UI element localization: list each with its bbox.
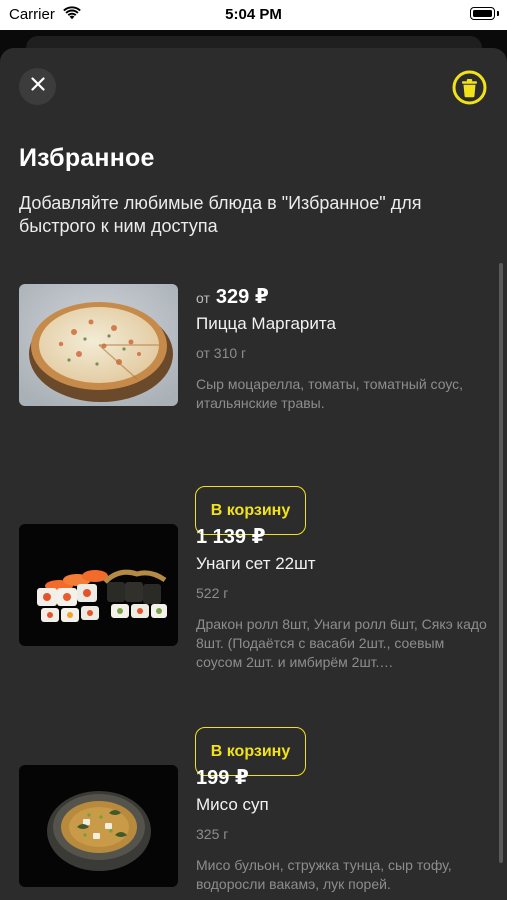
- status-time: 5:04 PM: [225, 6, 282, 23]
- page-subtitle: Добавляйте любимые блюда в "Избранное" д…: [19, 193, 422, 236]
- clear-favorites-button[interactable]: [452, 70, 487, 105]
- status-bar: Carrier 5:04 PM: [0, 0, 507, 30]
- battery-icon: [470, 7, 499, 20]
- product-description: Дракон ролл 8шт, Унаги ролл 6шт, Сякэ ка…: [196, 616, 487, 670]
- product-weight: 325 г: [196, 826, 229, 842]
- product-price: 1 139 ₽: [196, 524, 266, 549]
- product-description: Мисо бульон, стружка тунца, сыр тофу, во…: [196, 857, 452, 892]
- product-weight: 522 г: [196, 585, 229, 601]
- scrollbar[interactable]: [499, 263, 503, 863]
- price-prefix: от: [196, 290, 210, 306]
- product-price: 199 ₽: [196, 765, 249, 790]
- product-price: от 329 ₽: [196, 284, 269, 309]
- price-value: 199 ₽: [196, 767, 249, 789]
- product-image-pizza[interactable]: [19, 284, 178, 406]
- close-button[interactable]: [19, 68, 56, 105]
- product-image-sushi[interactable]: [19, 524, 178, 646]
- product-weight: от 310 г: [196, 345, 247, 361]
- page-title: Избранное: [19, 144, 155, 172]
- product-name[interactable]: Пицца Маргарита: [196, 314, 336, 334]
- product-name[interactable]: Мисо суп: [196, 795, 269, 815]
- trash-icon: [452, 70, 487, 109]
- product-image-miso[interactable]: [19, 765, 178, 887]
- close-icon: [30, 77, 45, 96]
- product-name[interactable]: Унаги сет 22шт: [196, 554, 316, 574]
- favorites-sheet: Избранное Добавляйте любимые блюда в "Из…: [0, 48, 507, 900]
- price-value: 1 139 ₽: [196, 526, 266, 548]
- product-description: Сыр моцарелла, томаты, томатный соус, ит…: [196, 376, 464, 411]
- price-value: 329 ₽: [215, 286, 269, 308]
